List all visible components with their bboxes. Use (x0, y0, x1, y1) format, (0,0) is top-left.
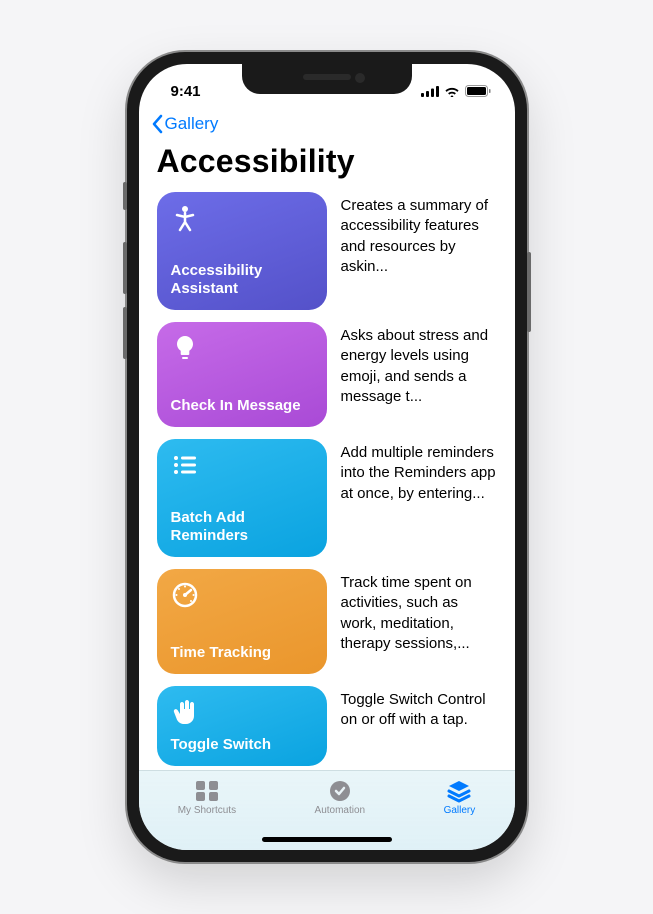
shortcut-card-toggle-switch[interactable]: Toggle Switch (157, 686, 327, 766)
shortcut-card-check-in-message[interactable]: Check In Message (157, 322, 327, 427)
card-title: Time Tracking (171, 644, 313, 662)
status-indicators (421, 85, 491, 97)
nav-bar: Gallery (139, 108, 515, 139)
page-title: Accessibility (139, 139, 515, 192)
tab-gallery[interactable]: Gallery (444, 779, 476, 816)
shortcut-row: Toggle Switch Toggle Switch Control on o… (157, 686, 497, 766)
chevron-left-icon (151, 114, 163, 134)
lightbulb-icon (171, 334, 199, 362)
card-description: Add multiple reminders into the Reminder… (341, 439, 497, 504)
volume-up-button (123, 242, 127, 294)
shortcut-card-time-tracking[interactable]: Time Tracking (157, 569, 327, 674)
card-title: Toggle Switch (171, 736, 313, 754)
hand-icon (171, 698, 199, 726)
back-button[interactable]: Gallery (151, 114, 219, 134)
card-title: Accessibility Assistant (171, 262, 313, 298)
automation-icon (327, 779, 353, 803)
wifi-icon (444, 85, 460, 97)
list-icon (171, 451, 199, 479)
shortcut-row: Time Tracking Track time spent on activi… (157, 569, 497, 674)
home-indicator[interactable] (262, 837, 392, 842)
gauge-icon (171, 581, 199, 609)
card-description: Creates a summary of accessibility featu… (341, 192, 497, 277)
power-button (527, 252, 531, 332)
shortcut-row: Check In Message Asks about stress and e… (157, 322, 497, 427)
shortcut-row: Accessibility Assistant Creates a summar… (157, 192, 497, 310)
tab-automation[interactable]: Automation (315, 779, 366, 816)
gallery-icon (446, 779, 472, 803)
tab-bar: My Shortcuts Automation Gallery (139, 770, 515, 850)
shortcut-list[interactable]: Accessibility Assistant Creates a summar… (139, 192, 515, 770)
silent-switch (123, 182, 127, 210)
battery-icon (465, 85, 491, 97)
tab-my-shortcuts[interactable]: My Shortcuts (178, 779, 236, 816)
card-description: Track time spent on activities, such as … (341, 569, 497, 654)
tab-label: My Shortcuts (178, 805, 236, 816)
cellular-icon (421, 86, 439, 97)
notch (242, 64, 412, 94)
card-description: Toggle Switch Control on or off with a t… (341, 686, 497, 731)
shortcut-row: Batch Add Reminders Add multiple reminde… (157, 439, 497, 557)
card-title: Check In Message (171, 397, 313, 415)
shortcut-card-accessibility-assistant[interactable]: Accessibility Assistant (157, 192, 327, 310)
tab-label: Gallery (444, 805, 476, 816)
screen: 9:41 Gallery Accessibility Accessibility… (139, 64, 515, 850)
phone-frame: 9:41 Gallery Accessibility Accessibility… (127, 52, 527, 862)
shortcut-card-batch-add-reminders[interactable]: Batch Add Reminders (157, 439, 327, 557)
status-time: 9:41 (163, 83, 201, 100)
grid-icon (194, 779, 220, 803)
accessibility-icon (171, 204, 199, 232)
volume-down-button (123, 307, 127, 359)
card-description: Asks about stress and energy levels usin… (341, 322, 497, 407)
card-title: Batch Add Reminders (171, 509, 313, 545)
back-label: Gallery (165, 114, 219, 134)
tab-label: Automation (315, 805, 366, 816)
